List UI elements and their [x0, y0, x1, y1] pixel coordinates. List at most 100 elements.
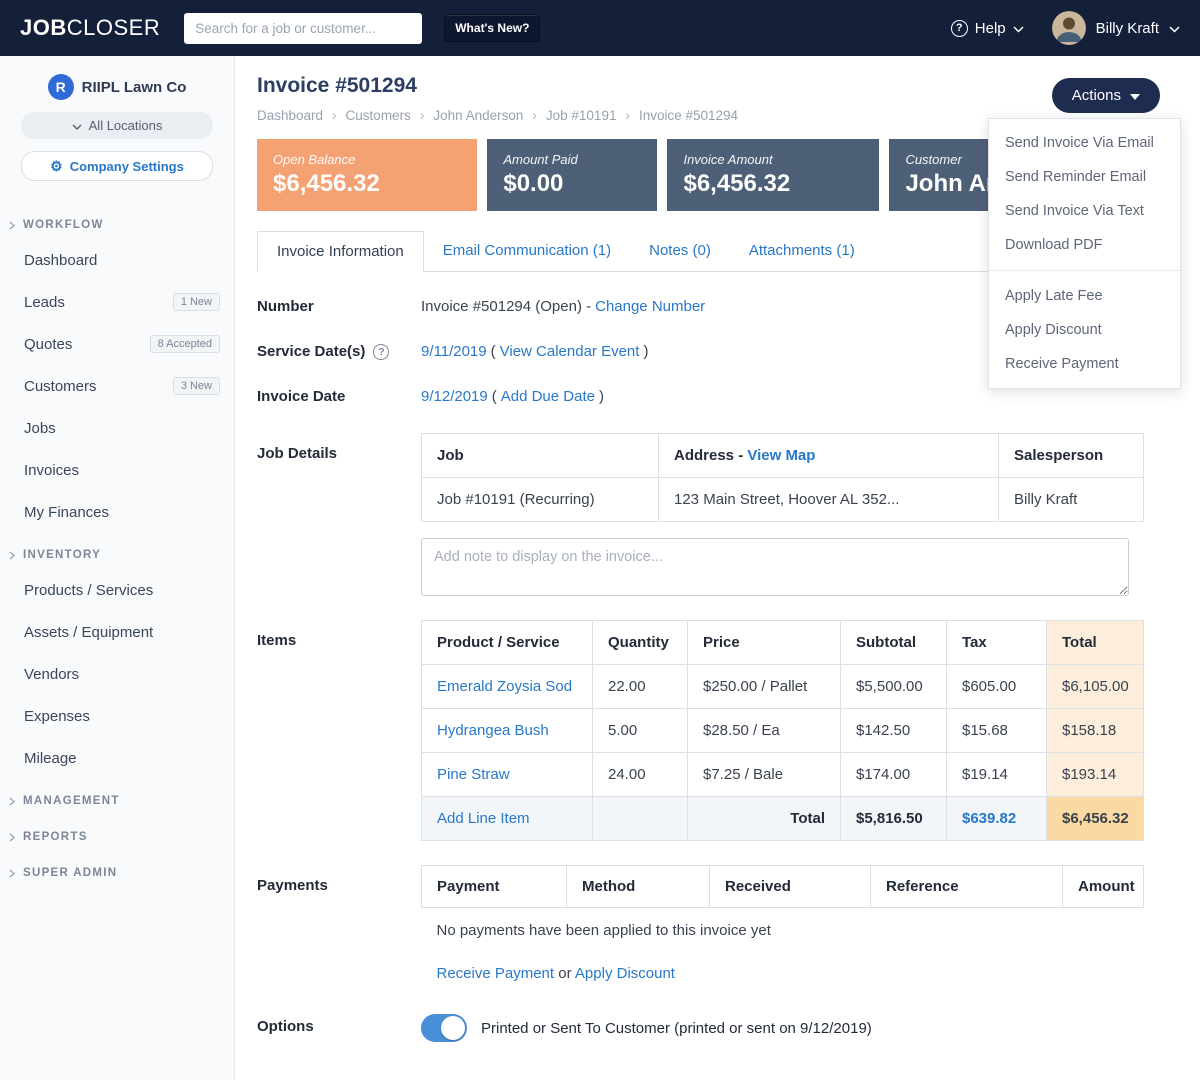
sidebar-nav: WORKFLOW Dashboard Leads1 New Quotes8 Ac…: [0, 203, 234, 887]
user-menu[interactable]: Billy Kraft: [1052, 11, 1180, 45]
view-map-link[interactable]: View Map: [747, 447, 815, 464]
subtotal-cell: $174.00: [841, 753, 947, 797]
section-chevron-icon: [9, 221, 15, 230]
sidebar-item-label: Jobs: [24, 420, 56, 437]
global-search-input[interactable]: [184, 13, 422, 44]
page-title: Invoice #501294: [257, 74, 1160, 98]
sidebar-item-quotes[interactable]: Quotes8 Accepted: [0, 323, 234, 365]
sidebar-item-products-services[interactable]: Products / Services: [0, 569, 234, 611]
product-service-column-header: Product / Service: [422, 621, 593, 665]
printed-or-sent-toggle[interactable]: [421, 1014, 467, 1042]
address-header-text: Address -: [674, 447, 743, 464]
breadcrumb-item-customers[interactable]: Customers: [346, 108, 411, 123]
apply-discount-link[interactable]: Apply Discount: [575, 965, 675, 982]
sidebar-section-workflow[interactable]: WORKFLOW: [0, 203, 234, 239]
table-header-row: Payment Method Received Reference Amount: [422, 866, 1144, 908]
sidebar-item-my-finances[interactable]: My Finances: [0, 491, 234, 533]
sidebar-section-inventory[interactable]: INVENTORY: [0, 533, 234, 569]
add-line-item-link[interactable]: Add Line Item: [437, 810, 530, 827]
whats-new-button[interactable]: What's New?: [444, 14, 540, 42]
salesperson-column-header: Salesperson: [999, 434, 1144, 478]
help-icon: ?: [951, 20, 968, 37]
tab-invoice-information[interactable]: Invoice Information: [257, 231, 424, 272]
product-cell: Emerald Zoysia Sod: [422, 665, 593, 709]
no-payments-message: No payments have been applied to this in…: [422, 908, 1144, 952]
tab-notes[interactable]: Notes (0): [630, 231, 730, 272]
view-calendar-event-link[interactable]: View Calendar Event: [500, 343, 640, 360]
app-logo[interactable]: JOBCLOSER: [20, 15, 160, 41]
add-due-date-link[interactable]: Add Due Date: [501, 388, 595, 405]
sidebar-item-expenses[interactable]: Expenses: [0, 695, 234, 737]
table-row: Job #10191 (Recurring) 123 Main Street, …: [422, 478, 1144, 522]
invoice-date-value: 9/12/2019 (Add Due Date): [421, 388, 1143, 405]
user-avatar-icon: [1052, 11, 1086, 45]
paren-close: ): [643, 343, 648, 360]
product-link[interactable]: Emerald Zoysia Sod: [437, 678, 572, 695]
invoice-date-label: Invoice Date: [257, 388, 421, 405]
sidebar-item-invoices[interactable]: Invoices: [0, 449, 234, 491]
actions-dropdown-menu: Send Invoice Via Email Send Reminder Ema…: [988, 118, 1181, 389]
stat-card-invoice-amount: Invoice Amount $6,456.32: [667, 139, 879, 211]
actions-button[interactable]: Actions: [1052, 78, 1160, 113]
section-chevron-icon: [9, 833, 15, 842]
change-number-link[interactable]: Change Number: [595, 298, 705, 315]
page-layout: R RIIPL Lawn Co All Locations ⚙ Company …: [0, 56, 1200, 1080]
sidebar-section-reports[interactable]: REPORTS: [0, 815, 234, 851]
number-label: Number: [257, 298, 421, 315]
sidebar-item-vendors[interactable]: Vendors: [0, 653, 234, 695]
sidebar-item-customers[interactable]: Customers3 New: [0, 365, 234, 407]
sidebar-item-assets-equipment[interactable]: Assets / Equipment: [0, 611, 234, 653]
menu-item-send-invoice-via-text[interactable]: Send Invoice Via Text: [989, 194, 1180, 228]
sidebar-item-label: Customers: [24, 378, 97, 395]
menu-item-apply-late-fee[interactable]: Apply Late Fee: [989, 279, 1180, 313]
quantity-cell: 22.00: [593, 665, 688, 709]
sidebar-item-label: Vendors: [24, 666, 79, 683]
menu-item-download-pdf[interactable]: Download PDF: [989, 228, 1180, 262]
sidebar-item-mileage[interactable]: Mileage: [0, 737, 234, 779]
help-menu[interactable]: ? Help: [951, 20, 1024, 37]
product-link[interactable]: Hydrangea Bush: [437, 722, 549, 739]
product-link[interactable]: Pine Straw: [437, 766, 510, 783]
logo-text-light: CLOSER: [67, 15, 160, 40]
user-name: Billy Kraft: [1096, 20, 1159, 37]
all-locations-selector[interactable]: All Locations: [21, 112, 213, 139]
sidebar-item-jobs[interactable]: Jobs: [0, 407, 234, 449]
address-column-header: Address - View Map: [659, 434, 999, 478]
salesperson-cell: Billy Kraft: [999, 478, 1144, 522]
invoice-note-textarea[interactable]: [421, 538, 1129, 596]
breadcrumb-item-job[interactable]: Job #10191: [546, 108, 617, 123]
sidebar-section-super-admin[interactable]: SUPER ADMIN: [0, 851, 234, 887]
breadcrumb-item-customer-name[interactable]: John Anderson: [433, 108, 523, 123]
breadcrumb-item-dashboard[interactable]: Dashboard: [257, 108, 323, 123]
payments-content: Payment Method Received Reference Amount…: [421, 865, 1143, 994]
receive-payment-link[interactable]: Receive Payment: [437, 965, 555, 982]
menu-item-apply-discount[interactable]: Apply Discount: [989, 313, 1180, 347]
service-date-label-text: Service Date(s): [257, 343, 365, 360]
table-row: Hydrangea Bush 5.00 $28.50 / Ea $142.50 …: [422, 709, 1144, 753]
tax-total-link[interactable]: $639.82: [962, 810, 1016, 827]
question-circle-icon[interactable]: ?: [373, 344, 389, 360]
company-settings-label: Company Settings: [70, 159, 184, 174]
sidebar-item-leads[interactable]: Leads1 New: [0, 281, 234, 323]
menu-item-send-invoice-via-email[interactable]: Send Invoice Via Email: [989, 126, 1180, 160]
stat-label: Amount Paid: [503, 152, 641, 167]
tab-email-communication[interactable]: Email Communication (1): [424, 231, 630, 272]
sidebar-item-label: Products / Services: [24, 582, 153, 599]
job-details-label: Job Details: [257, 433, 421, 462]
invoice-date-link[interactable]: 9/12/2019: [421, 388, 488, 405]
printed-or-sent-text: Printed or Sent To Customer (printed or …: [481, 1020, 872, 1037]
stat-value: $6,456.32: [683, 170, 863, 198]
payment-column-header: Payment: [422, 866, 567, 908]
menu-item-receive-payment[interactable]: Receive Payment: [989, 347, 1180, 381]
sidebar-section-management[interactable]: MANAGEMENT: [0, 779, 234, 815]
whats-new-label: What's New?: [455, 21, 529, 35]
total-cell: $6,105.00: [1047, 665, 1144, 709]
sidebar-item-dashboard[interactable]: Dashboard: [0, 239, 234, 281]
tax-cell: $605.00: [947, 665, 1047, 709]
company-settings-button[interactable]: ⚙ Company Settings: [21, 151, 213, 181]
service-date-link[interactable]: 9/11/2019: [421, 343, 487, 360]
tab-attachments[interactable]: Attachments (1): [730, 231, 874, 272]
payments-table: Payment Method Received Reference Amount…: [421, 865, 1144, 994]
menu-item-send-reminder-email[interactable]: Send Reminder Email: [989, 160, 1180, 194]
invoice-date-row: Invoice Date 9/12/2019 (Add Due Date): [257, 388, 1160, 405]
